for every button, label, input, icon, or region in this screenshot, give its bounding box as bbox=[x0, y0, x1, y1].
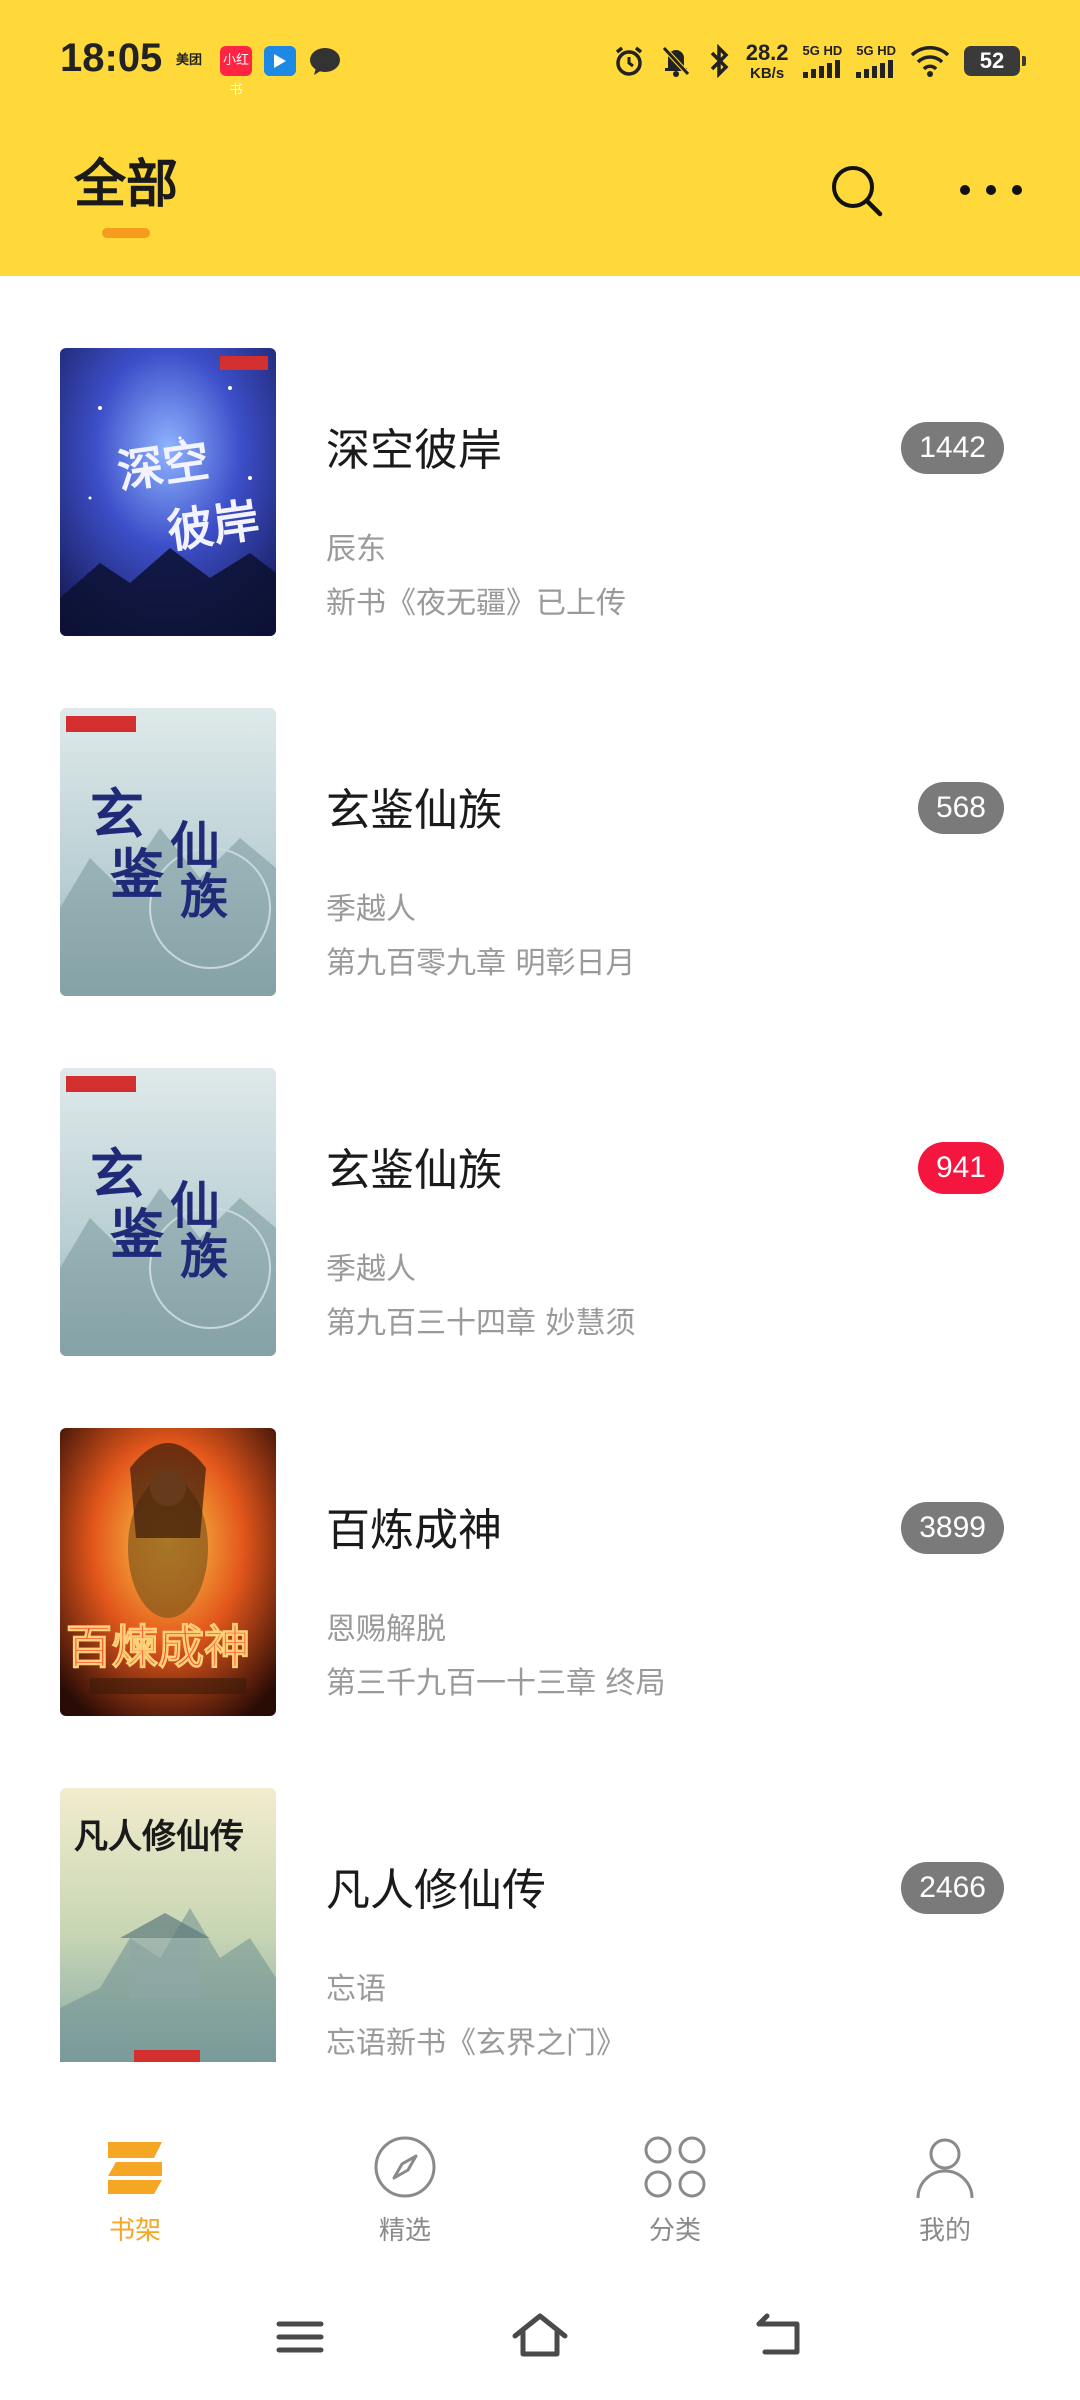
sim2-signal: 5G HD bbox=[856, 44, 896, 78]
book-title: 玄鉴仙族 bbox=[326, 785, 502, 836]
signal-bars-icon bbox=[802, 60, 840, 78]
status-indicators: 28.2 KB/s 5G HD 5G HD 52 bbox=[612, 36, 1026, 86]
tab-featured-label: 精选 bbox=[378, 2216, 431, 2246]
book-item[interactable]: 百煉成神 百炼成神 恩赐解脱 第三千九百一十三章 终局 3899 bbox=[0, 1356, 1080, 1716]
search-button[interactable] bbox=[826, 160, 888, 222]
unread-count-badge: 568 bbox=[917, 782, 1004, 834]
network-speed-value: 28.2 bbox=[745, 39, 789, 65]
sim2-label: 5G HD bbox=[856, 43, 896, 58]
category-grid-icon bbox=[644, 2136, 706, 2198]
book-author: 辰东 bbox=[326, 532, 386, 567]
bookshelf-list[interactable]: 深空 彼岸 深空彼岸 辰东 新书《夜无疆》已上传 1442 玄 鉴 仙 族 玄鉴… bbox=[0, 276, 1080, 2062]
book-title: 凡人修仙传 bbox=[326, 1865, 546, 1916]
book-author: 季越人 bbox=[326, 1252, 416, 1287]
tab-category[interactable]: 分类 bbox=[595, 2132, 755, 2252]
home-button[interactable] bbox=[505, 2302, 575, 2372]
book-title: 百炼成神 bbox=[326, 1505, 502, 1556]
unread-count-badge: 3899 bbox=[901, 1502, 1004, 1554]
xiaohongshu-app-icon: 小红书 bbox=[220, 46, 252, 98]
book-title: 深空彼岸 bbox=[326, 425, 502, 476]
book-latest-chapter: 新书《夜无疆》已上传 bbox=[326, 586, 626, 621]
meituan-app-icon: 美团 bbox=[172, 46, 206, 76]
bluetooth-icon bbox=[706, 44, 732, 78]
unread-count-badge: 1442 bbox=[901, 422, 1004, 474]
tab-bookshelf-label: 书架 bbox=[108, 2216, 161, 2246]
book-latest-chapter: 第九百三十四章 妙慧须 bbox=[326, 1306, 636, 1341]
recent-apps-button[interactable] bbox=[265, 2302, 335, 2372]
svg-text:玄: 玄 bbox=[90, 782, 144, 846]
book-author: 恩赐解脱 bbox=[326, 1612, 446, 1647]
book-cover[interactable]: 玄 鉴 仙 族 bbox=[60, 708, 276, 996]
svg-text:玄: 玄 bbox=[90, 1142, 144, 1206]
sim1-label: 5G HD bbox=[802, 43, 843, 58]
status-time: 18:05 bbox=[60, 36, 163, 80]
svg-text:仙: 仙 bbox=[170, 1176, 220, 1235]
unread-count-badge: 2466 bbox=[901, 1862, 1004, 1914]
svg-text:族: 族 bbox=[180, 1229, 228, 1285]
tab-featured[interactable]: 精选 bbox=[325, 2132, 485, 2252]
tencent-app-icon bbox=[264, 46, 296, 76]
page-title: 全部 bbox=[74, 155, 179, 215]
book-cover[interactable]: 深空 彼岸 bbox=[60, 348, 276, 636]
svg-text:鉴: 鉴 bbox=[110, 842, 165, 906]
tab-profile-label: 我的 bbox=[918, 2216, 971, 2246]
back-button[interactable] bbox=[745, 2302, 815, 2372]
back-icon bbox=[756, 2313, 800, 2355]
wifi-icon bbox=[910, 45, 950, 77]
book-latest-chapter: 第三千九百一十三章 终局 bbox=[326, 1666, 666, 1701]
tab-bookshelf[interactable]: 书架 bbox=[55, 2132, 215, 2252]
book-author: 忘语 bbox=[326, 1972, 386, 2007]
network-speed-unit: KB/s bbox=[750, 64, 785, 82]
book-title: 玄鉴仙族 bbox=[326, 1145, 502, 1196]
more-options-button[interactable] bbox=[956, 170, 1026, 210]
bottom-tab-bar: 书架 精选 分类 我的 bbox=[0, 2062, 1080, 2274]
svg-text:鉴: 鉴 bbox=[110, 1202, 165, 1266]
book-item[interactable]: 凡人修仙传 凡人修仙传 忘语 忘语新书《玄界之门》 2466 bbox=[0, 1716, 1080, 2062]
book-item[interactable]: 深空 彼岸 深空彼岸 辰东 新书《夜无疆》已上传 1442 bbox=[0, 276, 1080, 636]
title-active-indicator bbox=[102, 228, 150, 238]
system-navigation-bar bbox=[0, 2274, 1080, 2400]
book-latest-chapter: 第九百零九章 明彰日月 bbox=[326, 946, 636, 981]
svg-text:仙: 仙 bbox=[170, 816, 220, 875]
tab-profile[interactable]: 我的 bbox=[865, 2132, 1025, 2252]
sim1-signal: 5G HD bbox=[802, 43, 843, 78]
menu-icon bbox=[276, 2321, 324, 2353]
status-bar: 18:05 美团 小红书 28.2 KB/s 5G HD 5G HD 52 bbox=[0, 0, 1080, 120]
book-cover[interactable]: 百煉成神 bbox=[60, 1428, 276, 1716]
svg-text:百煉成神: 百煉成神 bbox=[66, 1620, 250, 1674]
tab-category-label: 分类 bbox=[648, 2216, 701, 2246]
svg-text:族: 族 bbox=[180, 869, 228, 925]
book-author: 季越人 bbox=[326, 892, 416, 927]
svg-text:凡人修仙传: 凡人修仙传 bbox=[74, 1817, 244, 1857]
search-icon bbox=[832, 166, 883, 217]
compass-icon bbox=[374, 2136, 436, 2198]
more-horizontal-icon bbox=[960, 185, 1022, 195]
unread-count-badge: 941 bbox=[917, 1142, 1004, 1194]
home-icon bbox=[512, 2313, 568, 2357]
battery-indicator: 52 bbox=[964, 46, 1026, 76]
message-app-icon bbox=[308, 46, 342, 76]
signal-bars-icon bbox=[856, 60, 894, 78]
book-item[interactable]: 玄 鉴 仙 族 玄鉴仙族 季越人 第九百零九章 明彰日月 568 bbox=[0, 636, 1080, 996]
book-latest-chapter: 忘语新书《玄界之门》 bbox=[326, 2026, 626, 2061]
book-cover[interactable]: 玄 鉴 仙 族 bbox=[60, 1068, 276, 1356]
network-speed: 28.2 KB/s bbox=[745, 39, 789, 82]
bookshelf-icon bbox=[108, 2142, 162, 2194]
book-item[interactable]: 玄 鉴 仙 族 玄鉴仙族 季越人 第九百三十四章 妙慧须 941 bbox=[0, 996, 1080, 1356]
mute-bell-icon bbox=[660, 44, 692, 78]
alarm-icon bbox=[612, 44, 646, 78]
user-icon bbox=[916, 2138, 974, 2199]
header: 18:05 美团 小红书 28.2 KB/s 5G HD 5G HD 52 全部 bbox=[0, 0, 1080, 276]
book-cover[interactable]: 凡人修仙传 bbox=[60, 1788, 276, 2062]
